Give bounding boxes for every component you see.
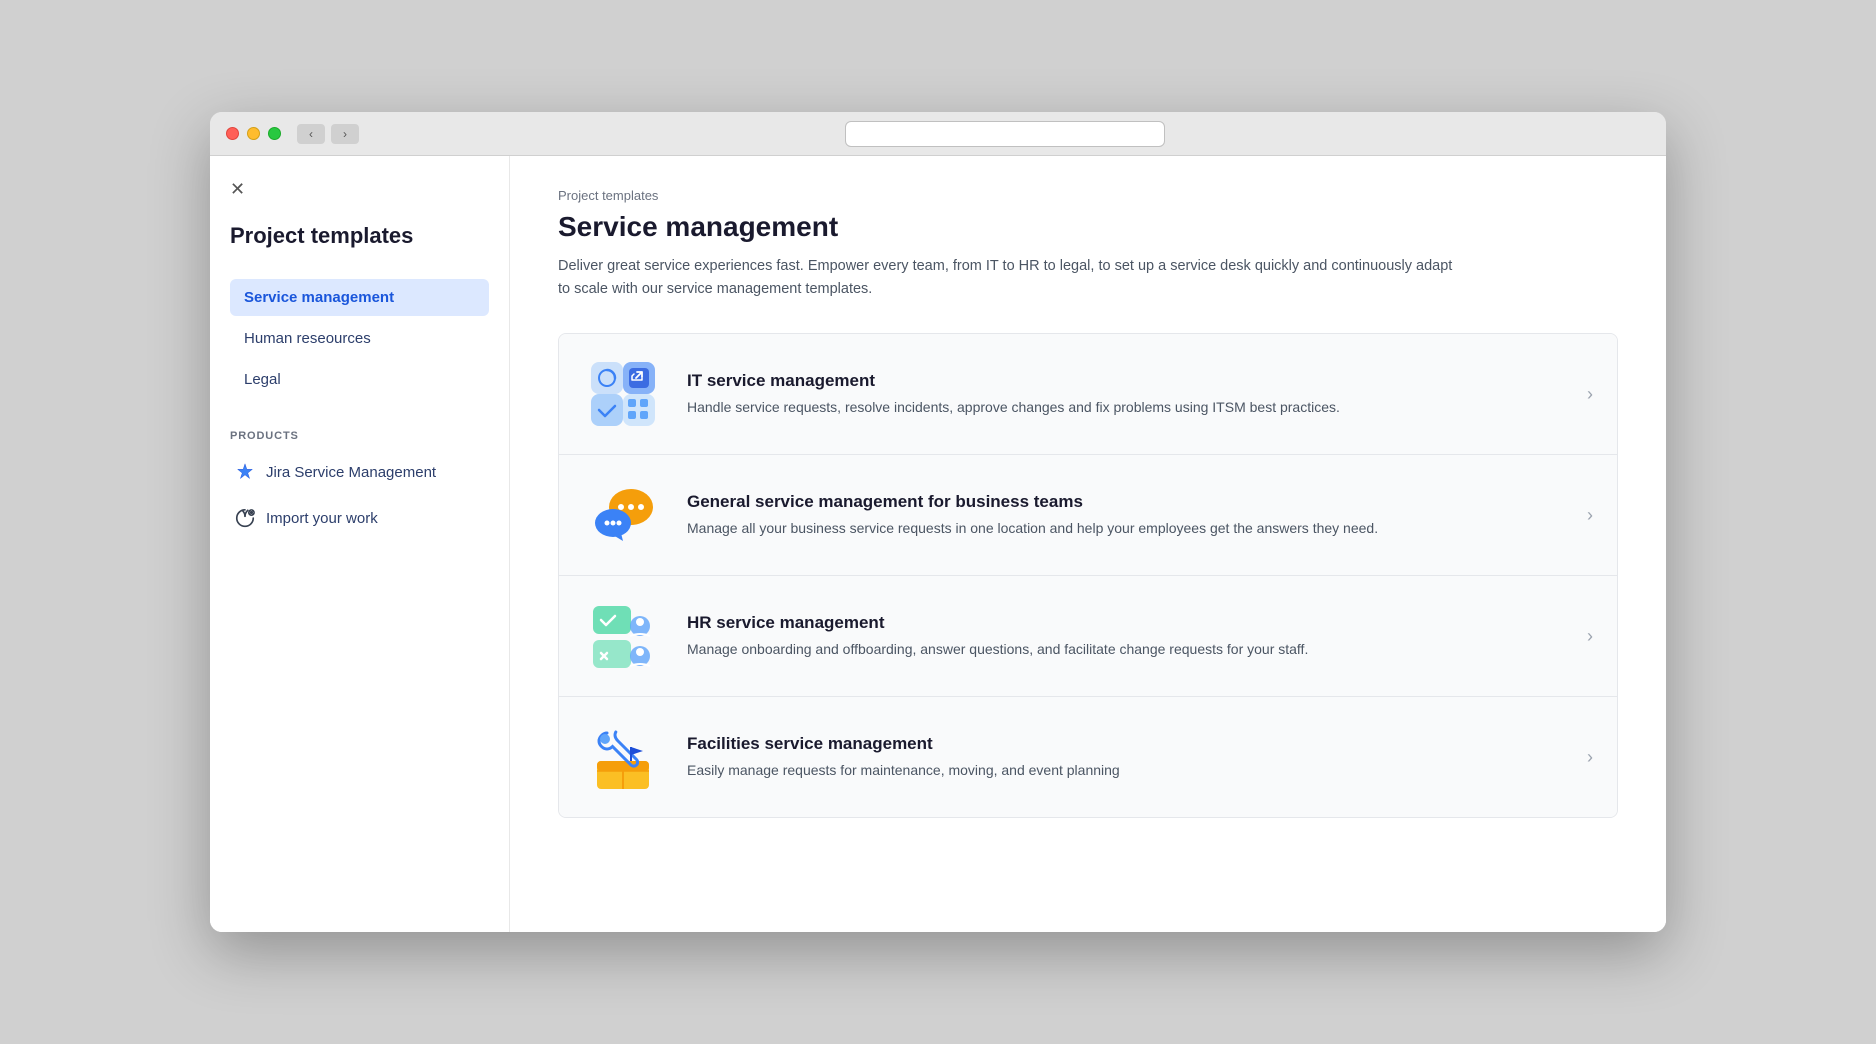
content-area: ✕ Project templates Service management H…	[210, 156, 1666, 932]
facilities-content: Facilities service management Easily man…	[687, 734, 1571, 781]
facilities-chevron-icon: ›	[1587, 747, 1593, 768]
back-button[interactable]: ‹	[297, 124, 325, 144]
sidebar-item-service-management[interactable]: Service management	[230, 279, 489, 316]
address-bar	[359, 121, 1650, 147]
gsm-desc: Manage all your business service request…	[687, 518, 1407, 539]
maximize-traffic-light[interactable]	[268, 127, 281, 140]
hr-chevron-icon: ›	[1587, 626, 1593, 647]
sidebar-item-human-resources[interactable]: Human reseources	[230, 320, 489, 357]
close-button[interactable]: ✕	[230, 180, 245, 198]
products-section-label: PRODUCTS	[230, 430, 489, 442]
minimize-traffic-light[interactable]	[247, 127, 260, 140]
hr-desc: Manage onboarding and offboarding, answe…	[687, 639, 1407, 660]
main-panel: Project templates Service management Del…	[510, 156, 1666, 932]
template-card-itsm[interactable]: IT service management Handle service req…	[559, 334, 1617, 455]
url-input[interactable]	[845, 121, 1165, 147]
gsm-icon	[583, 475, 663, 555]
import-your-work-item[interactable]: Import your work	[230, 500, 489, 538]
app-window: ‹ › ✕ Project templates Service manageme…	[210, 112, 1666, 932]
import-icon	[234, 508, 256, 530]
breadcrumb: Project templates	[558, 188, 1618, 203]
template-card-hr[interactable]: HR service management Manage onboarding …	[559, 576, 1617, 697]
hr-name: HR service management	[687, 613, 1571, 633]
jira-service-management-item[interactable]: Jira Service Management	[230, 454, 489, 492]
gsm-name: General service management for business …	[687, 492, 1571, 512]
template-card-gsm[interactable]: General service management for business …	[559, 455, 1617, 576]
hr-content: HR service management Manage onboarding …	[687, 613, 1571, 660]
itsm-desc: Handle service requests, resolve inciden…	[687, 397, 1407, 418]
page-title: Service management	[558, 211, 1618, 243]
itsm-chevron-icon: ›	[1587, 384, 1593, 405]
sidebar-item-legal[interactable]: Legal	[230, 361, 489, 398]
itsm-icon	[583, 354, 663, 434]
titlebar: ‹ ›	[210, 112, 1666, 156]
facilities-icon	[583, 717, 663, 797]
page-description: Deliver great service experiences fast. …	[558, 255, 1458, 301]
jira-service-management-icon	[234, 462, 256, 484]
facilities-desc: Easily manage requests for maintenance, …	[687, 760, 1407, 781]
nav-buttons: ‹ ›	[297, 124, 359, 144]
traffic-lights	[226, 127, 281, 140]
sidebar-title: Project templates	[230, 222, 489, 251]
gsm-chevron-icon: ›	[1587, 505, 1593, 526]
import-your-work-label: Import your work	[266, 510, 378, 527]
jira-service-management-label: Jira Service Management	[266, 464, 436, 481]
sidebar-nav: Service management Human reseources Lega…	[230, 279, 489, 398]
hr-icon	[583, 596, 663, 676]
itsm-name: IT service management	[687, 371, 1571, 391]
template-card-facilities[interactable]: Facilities service management Easily man…	[559, 697, 1617, 817]
sidebar: ✕ Project templates Service management H…	[210, 156, 510, 932]
template-cards-list: IT service management Handle service req…	[558, 333, 1618, 818]
gsm-content: General service management for business …	[687, 492, 1571, 539]
close-traffic-light[interactable]	[226, 127, 239, 140]
forward-button[interactable]: ›	[331, 124, 359, 144]
facilities-name: Facilities service management	[687, 734, 1571, 754]
itsm-content: IT service management Handle service req…	[687, 371, 1571, 418]
